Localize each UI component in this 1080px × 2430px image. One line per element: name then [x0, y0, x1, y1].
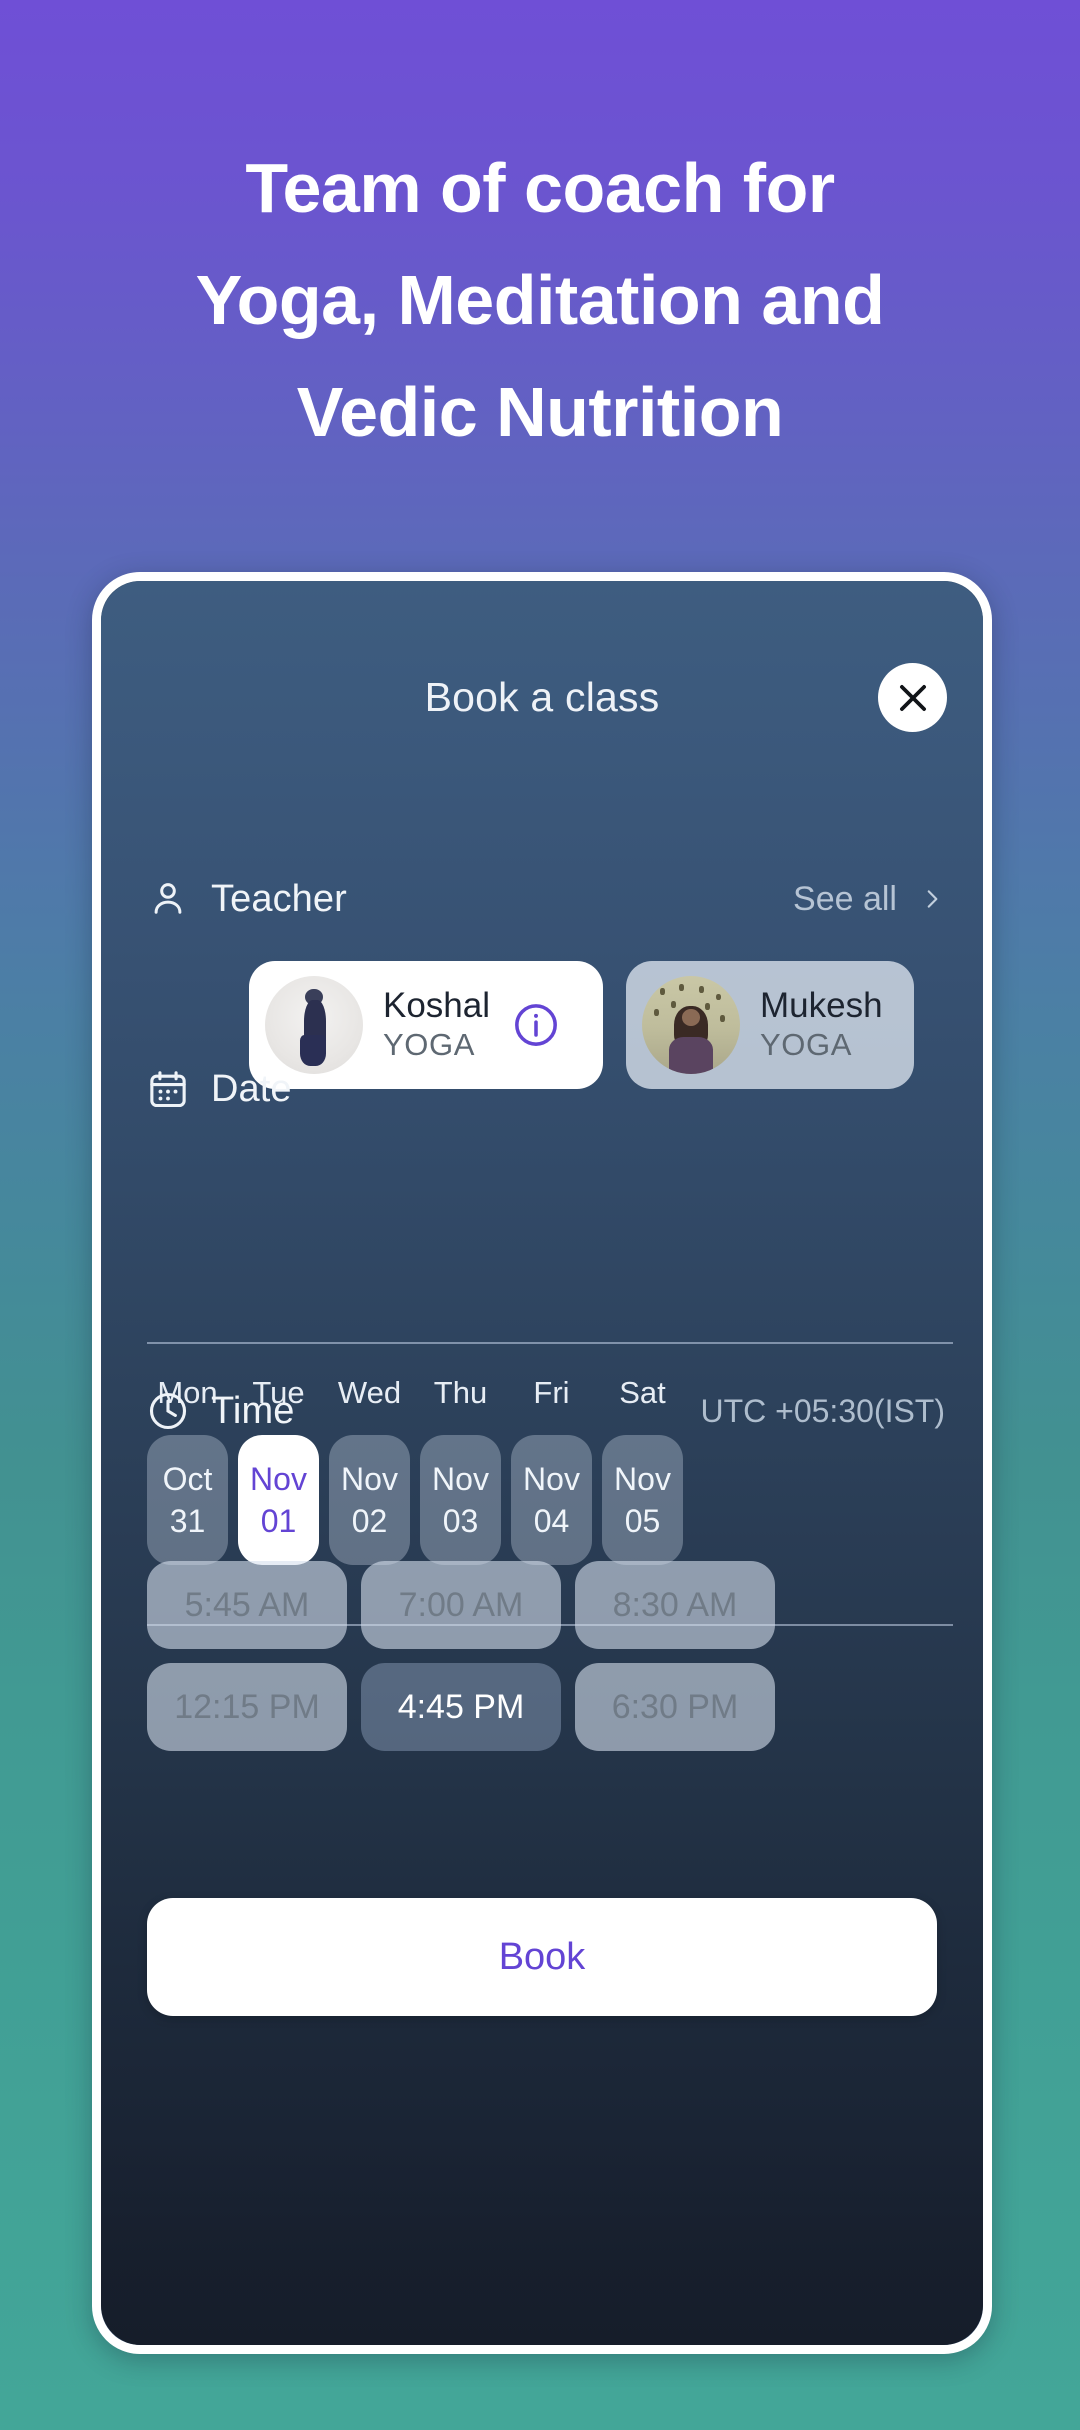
date-section-label: Date	[211, 1067, 292, 1110]
time-slot-available[interactable]: 4:45 PM	[361, 1663, 561, 1751]
book-button[interactable]: Book	[147, 1898, 937, 2016]
date-section-header: Date	[145, 1061, 945, 1117]
date-chip-day: 03	[442, 1503, 479, 1539]
date-chip[interactable]: Nov 02	[329, 1435, 410, 1565]
teacher-discipline: YOGA	[760, 1026, 852, 1062]
headline-line-2: Yoga, Meditation and	[195, 261, 885, 339]
avatar	[642, 976, 740, 1074]
phone-mockup-frame: Book a class Teacher See all Koshal YOGA…	[92, 572, 992, 2354]
teacher-meta: Koshal YOGA	[383, 986, 490, 1065]
info-icon[interactable]	[510, 999, 562, 1051]
date-chip[interactable]: Nov 05	[602, 1435, 683, 1565]
chevron-right-icon	[919, 886, 945, 912]
date-chip-day: 05	[624, 1503, 661, 1539]
person-icon	[145, 876, 191, 922]
time-slot-grid: 5:45 AM 7:00 AM 8:30 AM 12:15 PM 4:45 PM…	[147, 1561, 983, 1751]
date-chip-selected[interactable]: Nov 01	[238, 1435, 319, 1565]
date-chip-month: Nov	[614, 1460, 671, 1497]
date-chip-day: 02	[351, 1503, 388, 1539]
page-headline: Team of coach for Yoga, Meditation and V…	[0, 132, 1080, 468]
calendar-icon	[145, 1066, 191, 1112]
date-chip-row: Oct 31 Nov 01 Nov 02 Nov 03 Nov 04 Nov 0…	[147, 1435, 683, 1565]
teacher-name: Koshal	[383, 985, 491, 1025]
timezone-label: UTC +05:30(IST)	[700, 1392, 945, 1429]
time-slot[interactable]: 5:45 AM	[147, 1561, 347, 1649]
sheet-header: Book a class	[101, 657, 983, 737]
date-chip-month: Nov	[341, 1460, 398, 1497]
phone-screen: Book a class Teacher See all Koshal YOGA…	[101, 581, 983, 2345]
teacher-name: Mukesh	[760, 985, 883, 1025]
date-chip-month: Nov	[250, 1460, 307, 1497]
date-chip-day: 04	[533, 1503, 570, 1539]
date-chip-month: Nov	[523, 1460, 580, 1497]
time-slot[interactable]: 8:30 AM	[575, 1561, 775, 1649]
time-section-header: Time UTC +05:30(IST)	[145, 1383, 945, 1439]
date-chip-month: Oct	[162, 1460, 213, 1497]
headline-line-3: Vedic Nutrition	[296, 373, 784, 451]
date-chip[interactable]: Oct 31	[147, 1435, 228, 1565]
date-chip-day: 31	[169, 1503, 206, 1539]
teacher-section-header: Teacher See all	[145, 871, 945, 927]
headline-line-1: Team of coach for	[245, 149, 835, 227]
time-section-label: Time	[211, 1389, 295, 1432]
see-all-label: See all	[793, 879, 897, 918]
date-chip[interactable]: Nov 03	[420, 1435, 501, 1565]
date-chip-day: 01	[260, 1503, 297, 1539]
time-slot[interactable]: 7:00 AM	[361, 1561, 561, 1649]
teacher-section-label: Teacher	[211, 877, 347, 920]
close-button[interactable]	[878, 663, 947, 732]
date-chip[interactable]: Nov 04	[511, 1435, 592, 1565]
see-all-button[interactable]: See all	[793, 880, 945, 919]
avatar	[265, 976, 363, 1074]
page-root: Team of coach for Yoga, Meditation and V…	[0, 0, 1080, 2430]
divider	[147, 1342, 953, 1344]
date-chip-month: Nov	[432, 1460, 489, 1497]
close-icon	[899, 684, 926, 711]
clock-icon	[145, 1388, 191, 1434]
teacher-discipline: YOGA	[383, 1026, 475, 1062]
teacher-meta: Mukesh YOGA	[760, 986, 883, 1065]
sheet-title: Book a class	[424, 674, 660, 720]
time-slot[interactable]: 6:30 PM	[575, 1663, 775, 1751]
time-slot[interactable]: 12:15 PM	[147, 1663, 347, 1751]
